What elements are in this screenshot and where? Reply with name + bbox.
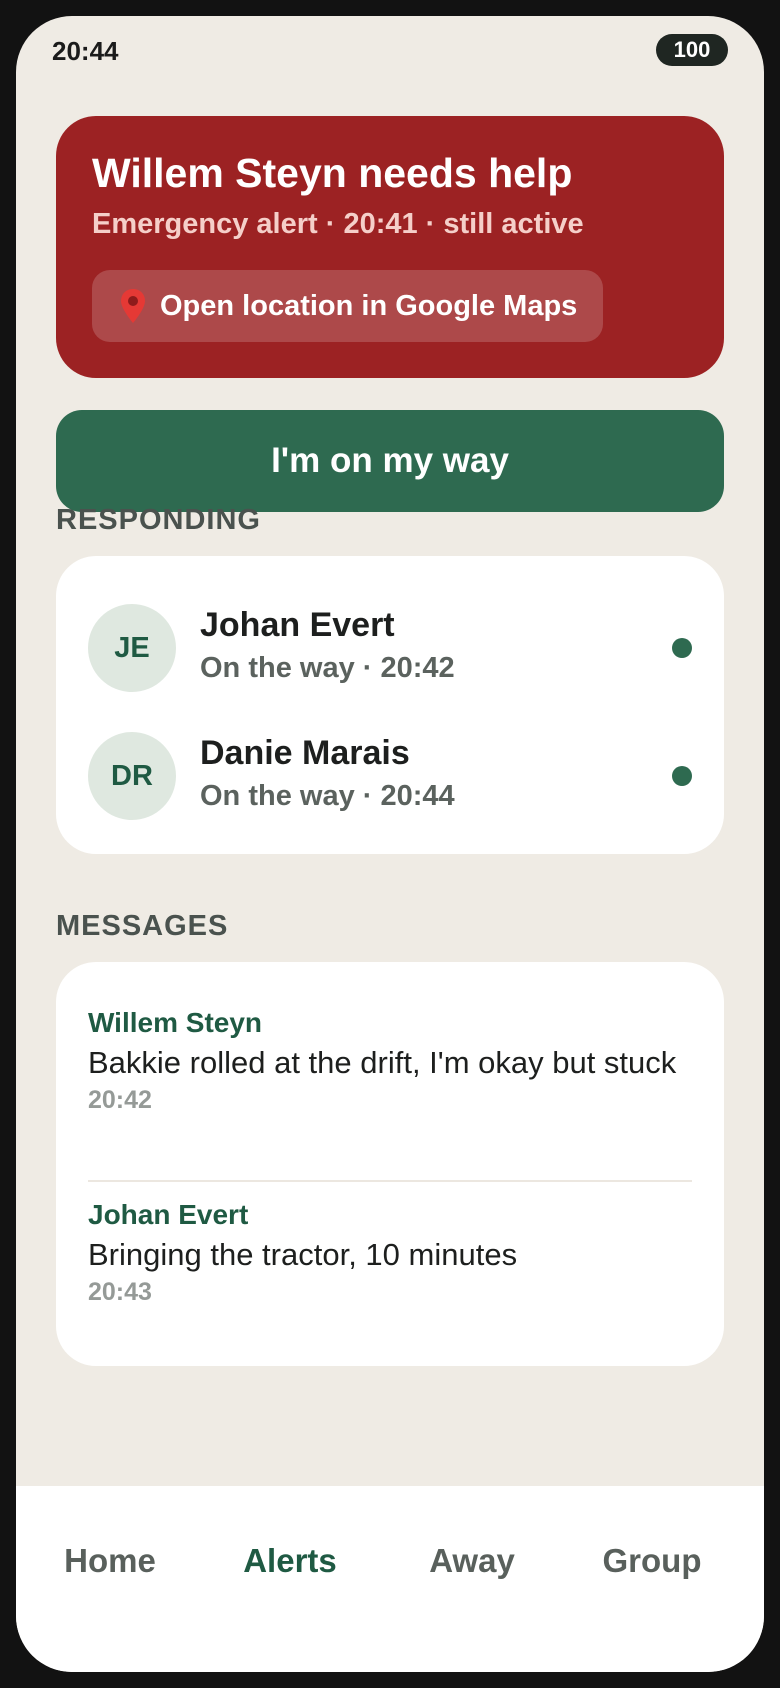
message-divider — [88, 1180, 692, 1182]
nav-group[interactable]: Group — [562, 1542, 742, 1580]
avatar: DR — [88, 732, 176, 820]
message-author: Johan Evert — [88, 1199, 249, 1230]
responders-card: JE Johan Evert On the way · 20:42 DR Dan… — [56, 556, 724, 854]
message-item: Johan Evert Bringing the tractor, 10 min… — [88, 1198, 692, 1308]
on-my-way-button[interactable]: I'm on my way — [56, 410, 724, 512]
alert-title: Willem Steyn needs help — [92, 150, 573, 196]
online-status-dot — [672, 638, 692, 658]
message-time: 20:43 — [88, 1278, 152, 1306]
map-pin-icon — [120, 288, 146, 324]
responder-status: On the way · 20:42 — [200, 652, 455, 684]
alert-subtitle: Emergency alert · 20:41 · still active — [92, 208, 584, 240]
emergency-alert-card: Willem Steyn needs help Emergency alert … — [56, 116, 724, 378]
messages-card: Willem Steyn Bakkie rolled at the drift,… — [56, 962, 724, 1366]
responder-row[interactable]: JE Johan Evert On the way · 20:42 — [88, 604, 692, 692]
responder-name: Johan Evert — [200, 606, 395, 644]
message-item: Willem Steyn Bakkie rolled at the drift,… — [88, 1006, 692, 1116]
phone-screen: 20:44 100 Willem Steyn needs help Emerge… — [16, 16, 764, 1672]
responder-name: Danie Marais — [200, 734, 410, 772]
nav-alerts[interactable]: Alerts — [200, 1542, 380, 1580]
responding-heading: RESPONDING — [56, 504, 261, 536]
nav-away[interactable]: Away — [382, 1542, 562, 1580]
messages-heading: MESSAGES — [56, 910, 229, 942]
bottom-navigation: Home Alerts Away Group — [16, 1486, 764, 1672]
message-text: Bakkie rolled at the drift, I'm okay but… — [88, 1045, 677, 1080]
message-time: 20:42 — [88, 1086, 152, 1114]
message-author: Willem Steyn — [88, 1007, 263, 1038]
status-time: 20:44 — [52, 36, 119, 66]
responder-status: On the way · 20:44 — [200, 780, 455, 812]
online-status-dot — [672, 766, 692, 786]
battery-indicator: 100 — [656, 34, 728, 66]
message-text: Bringing the tractor, 10 minutes — [88, 1237, 518, 1272]
open-maps-button[interactable]: Open location in Google Maps — [92, 270, 604, 342]
nav-home[interactable]: Home — [20, 1542, 200, 1580]
responder-row[interactable]: DR Danie Marais On the way · 20:44 — [88, 732, 692, 820]
status-bar: 20:44 100 — [16, 16, 764, 86]
avatar: JE — [88, 604, 176, 692]
open-maps-label: Open location in Google Maps — [160, 289, 578, 322]
